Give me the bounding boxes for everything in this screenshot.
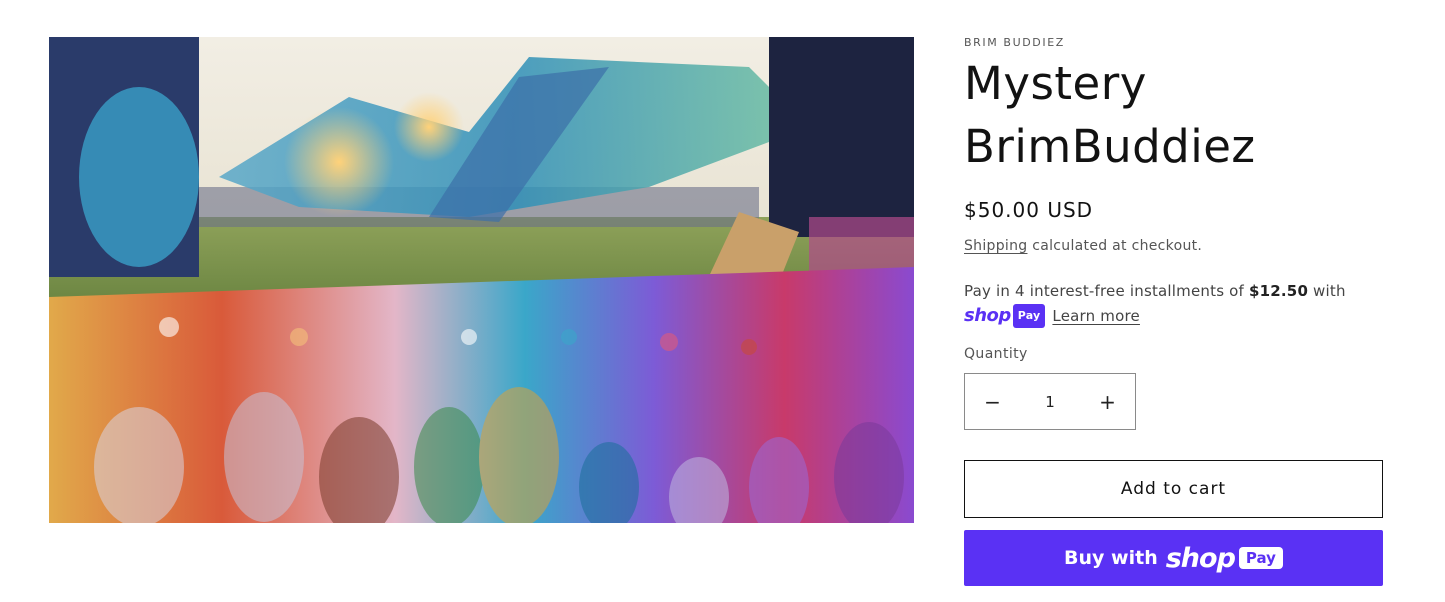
shop-pay-logo: shop bbox=[964, 305, 1011, 326]
quantity-stepper: − + bbox=[964, 373, 1136, 430]
buy-with-shop-pay-button[interactable]: Buy with shop Pay bbox=[964, 530, 1383, 586]
add-to-cart-button[interactable]: Add to cart bbox=[964, 460, 1383, 518]
shoppay-row: shop Pay Learn more bbox=[964, 304, 1364, 328]
learn-more-link[interactable]: Learn more bbox=[1052, 305, 1140, 327]
pay-logo-badge: Pay bbox=[1238, 547, 1283, 569]
shipping-note: Shipping calculated at checkout. bbox=[964, 238, 1202, 254]
vendor-label: BRIM BUDDIEZ bbox=[964, 36, 1065, 49]
quantity-input[interactable] bbox=[1020, 375, 1080, 428]
shipping-suffix: calculated at checkout. bbox=[1027, 238, 1203, 254]
quantity-label: Quantity bbox=[964, 346, 1028, 362]
installments-prefix: Pay in 4 interest-free installments of bbox=[964, 282, 1249, 300]
installments-banner: Pay in 4 interest-free installments of $… bbox=[964, 280, 1364, 328]
installment-amount: $12.50 bbox=[1249, 282, 1309, 300]
decrease-quantity-button[interactable]: − bbox=[965, 374, 1020, 429]
increase-quantity-button[interactable]: + bbox=[1080, 374, 1135, 429]
product-photo bbox=[49, 37, 914, 523]
installments-suffix: with bbox=[1308, 282, 1346, 300]
product-price: $50.00 USD bbox=[964, 198, 1094, 222]
product-title: Mystery BrimBuddiez bbox=[964, 57, 1256, 173]
buy-with-label: Buy with bbox=[1064, 547, 1158, 569]
product-image[interactable] bbox=[49, 37, 914, 523]
shop-logo: shop bbox=[1165, 542, 1236, 574]
shipping-link[interactable]: Shipping bbox=[964, 238, 1027, 254]
pay-badge: Pay bbox=[1012, 304, 1046, 328]
